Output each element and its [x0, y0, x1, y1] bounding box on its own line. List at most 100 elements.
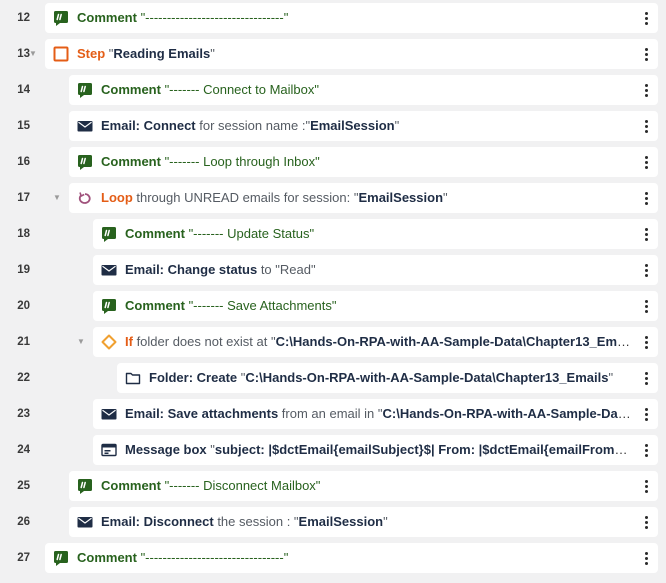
- email-action[interactable]: Email: Disconnect the session : "EmailSe…: [69, 507, 658, 537]
- action-detail: "------- Connect to Mailbox": [160, 82, 319, 97]
- line-row: 24 Message box "subject: |$dctEmail{email…: [0, 432, 666, 468]
- action-keyword: Email: Connect: [101, 118, 196, 133]
- message-box-action[interactable]: Message box "subject: |$dctEmail{emailSu…: [93, 435, 658, 465]
- comment-action[interactable]: Comment "------- Connect to Mailbox": [69, 75, 658, 105]
- more-options-icon[interactable]: [638, 260, 654, 280]
- action-keyword: Loop: [101, 190, 133, 205]
- line-row: 13 ▼ Step "Reading Emails": [0, 36, 666, 72]
- comment-icon: [77, 478, 93, 494]
- comment-action[interactable]: Comment "-------------------------------…: [45, 3, 658, 33]
- action-detail: "------- Update Status": [184, 226, 315, 241]
- more-options-icon[interactable]: [638, 44, 654, 64]
- action-detail: the session : ": [213, 514, 299, 529]
- collapse-toggle-icon[interactable]: ▼: [51, 180, 63, 216]
- message-box-icon: [101, 442, 117, 458]
- action-detail: "--------------------------------": [136, 10, 289, 25]
- line-row: 21 ▼ If folder does not exist at "C:\Hands…: [0, 324, 666, 360]
- email-action[interactable]: Email: Change status to "Read": [93, 255, 658, 285]
- loop-icon: [77, 190, 93, 206]
- more-options-icon[interactable]: [638, 476, 654, 496]
- more-options-icon[interactable]: [638, 368, 654, 388]
- line-number: 21: [17, 336, 30, 348]
- collapse-toggle-icon[interactable]: ▼: [27, 36, 39, 72]
- action-value: EmailSession: [310, 118, 395, 133]
- more-options-icon[interactable]: [638, 296, 654, 316]
- action-suffix: ": [630, 442, 632, 457]
- step-icon: [53, 46, 69, 62]
- action-text: Folder: Create "C:\Hands-On-RPA-with-AA-…: [149, 363, 632, 393]
- line-row: 18 Comment "------- Update Status": [0, 216, 666, 252]
- action-suffix: ": [210, 46, 215, 61]
- action-suffix: ": [443, 190, 448, 205]
- action-value: C:\Hands-On-RPA-with-AA-Sample-Data\Chap…: [382, 406, 632, 421]
- more-options-icon[interactable]: [638, 548, 654, 568]
- line-row: 12 Comment "-----------------------------…: [0, 0, 666, 36]
- line-row: 25 Comment "------- Disconnect Mailbox": [0, 468, 666, 504]
- comment-action[interactable]: Comment "-------------------------------…: [45, 543, 658, 573]
- action-keyword: Step: [77, 46, 106, 61]
- line-row: 15 Email: Connect for session name :"Emai…: [0, 108, 666, 144]
- email-icon: [77, 514, 93, 530]
- line-number: 20: [17, 300, 30, 312]
- line-row: 22 Folder: Create "C:\Hands-On-RPA-with-A…: [0, 360, 666, 396]
- line-row: 26 Email: Disconnect the session : "Email…: [0, 504, 666, 540]
- more-options-icon[interactable]: [638, 188, 654, 208]
- line-number: 17: [17, 192, 30, 204]
- email-action[interactable]: Email: Save attachments from an email in…: [93, 399, 658, 429]
- action-detail: "------- Disconnect Mailbox": [160, 478, 321, 493]
- more-options-icon[interactable]: [638, 116, 654, 136]
- line-number: 16: [17, 156, 30, 168]
- more-options-icon[interactable]: [638, 440, 654, 460]
- folder-create-action[interactable]: Folder: Create "C:\Hands-On-RPA-with-AA-…: [117, 363, 658, 393]
- action-detail: to "Read": [257, 262, 316, 277]
- comment-icon: [77, 82, 93, 98]
- if-action[interactable]: If folder does not exist at "C:\Hands-On…: [93, 327, 658, 357]
- more-options-icon[interactable]: [638, 332, 654, 352]
- action-text: Comment "------- Update Status": [125, 219, 632, 249]
- action-keyword: Folder: Create: [149, 370, 238, 385]
- line-row: 19 Email: Change status to "Read": [0, 252, 666, 288]
- more-options-icon[interactable]: [638, 8, 654, 28]
- collapse-toggle-icon[interactable]: ▼: [75, 324, 87, 360]
- action-text: Email: Disconnect the session : "EmailSe…: [101, 507, 632, 537]
- action-text: Comment "------- Connect to Mailbox": [101, 75, 632, 105]
- action-detail: folder does not exist at ": [132, 334, 276, 349]
- comment-action[interactable]: Comment "------- Update Status": [93, 219, 658, 249]
- comment-action[interactable]: Comment "------- Disconnect Mailbox": [69, 471, 658, 501]
- more-options-icon[interactable]: [638, 152, 654, 172]
- action-text: Comment "-------------------------------…: [77, 3, 632, 33]
- action-text: Email: Change status to "Read": [125, 255, 632, 285]
- folder-icon: [125, 370, 141, 386]
- loop-action[interactable]: Loop through UNREAD emails for session: …: [69, 183, 658, 213]
- line-number: 24: [17, 444, 30, 456]
- more-options-icon[interactable]: [638, 80, 654, 100]
- action-text: Comment "------- Disconnect Mailbox": [101, 471, 632, 501]
- email-icon: [101, 262, 117, 278]
- step-action[interactable]: Step "Reading Emails": [45, 39, 658, 69]
- action-text: Step "Reading Emails": [77, 39, 632, 69]
- line-number: 23: [17, 408, 30, 420]
- action-value: EmailSession: [298, 514, 384, 529]
- line-row: 23 Email: Save attachments from an email …: [0, 396, 666, 432]
- action-text: Comment "------- Save Attachments": [125, 291, 632, 321]
- action-keyword: If: [125, 334, 133, 349]
- more-options-icon[interactable]: [638, 224, 654, 244]
- action-detail: ": [206, 442, 215, 457]
- more-options-icon[interactable]: [638, 512, 654, 532]
- action-text: Message box "subject: |$dctEmail{emailSu…: [125, 435, 632, 465]
- line-number: 19: [17, 264, 30, 276]
- comment-action[interactable]: Comment "------- Save Attachments": [93, 291, 658, 321]
- action-keyword: Comment: [77, 550, 137, 565]
- action-value: C:\Hands-On-RPA-with-AA-Sample-Data\Chap…: [275, 334, 632, 349]
- action-text: If folder does not exist at "C:\Hands-On…: [125, 327, 632, 357]
- action-text: Email: Connect for session name :"EmailS…: [101, 111, 632, 141]
- action-detail: "------- Save Attachments": [184, 298, 337, 313]
- if-icon: [101, 334, 117, 350]
- action-detail: for session name :": [195, 118, 311, 133]
- action-value: subject: |$dctEmail{emailSubject}$| From…: [214, 442, 631, 457]
- action-keyword: Email: Save attachments: [125, 406, 279, 421]
- comment-action[interactable]: Comment "------- Loop through Inbox": [69, 147, 658, 177]
- email-icon: [77, 118, 93, 134]
- email-action[interactable]: Email: Connect for session name :"EmailS…: [69, 111, 658, 141]
- more-options-icon[interactable]: [638, 404, 654, 424]
